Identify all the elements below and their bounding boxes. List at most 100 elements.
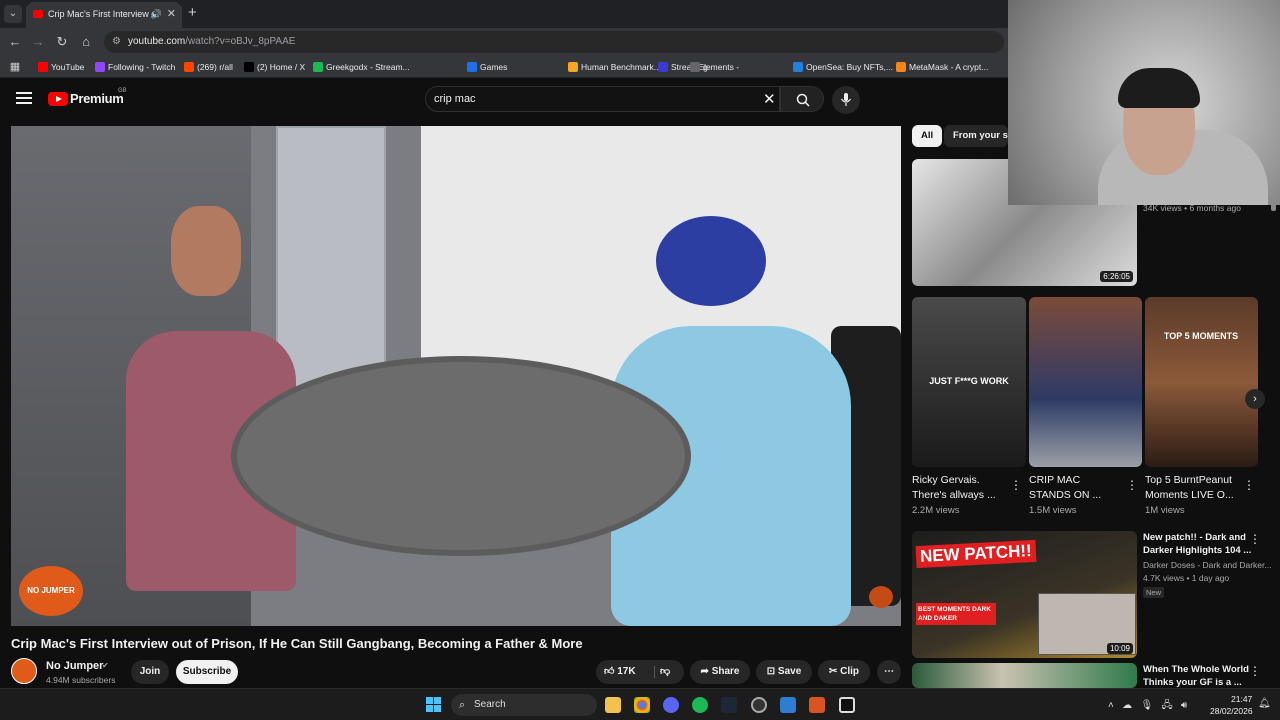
more-options-icon[interactable]: ⋮ xyxy=(1126,478,1138,492)
save-button[interactable]: ⊡ Save xyxy=(756,660,812,684)
reload-icon[interactable]: ↻ xyxy=(54,34,70,50)
more-actions-button[interactable]: ⋯ xyxy=(877,660,901,684)
bookmark-item[interactable]: (2) Home / X xyxy=(244,56,305,78)
youtube-premium-logo[interactable]: Premium xyxy=(70,91,124,106)
app-icon[interactable] xyxy=(809,697,825,713)
shorts-next-button[interactable]: › xyxy=(1245,389,1265,409)
short-thumbnail-burntpeanut[interactable]: TOP 5 MOMENTS xyxy=(1145,297,1258,467)
bookmark-label: g xyxy=(703,62,708,72)
share-button[interactable]: ➦ Share xyxy=(690,660,750,684)
microphone-icon xyxy=(841,93,851,106)
clip-button[interactable]: ✂ Clip xyxy=(818,660,870,684)
subscribe-button[interactable]: Subscribe xyxy=(176,660,238,684)
file-explorer-icon[interactable] xyxy=(605,697,621,713)
close-tab-icon[interactable]: ✕ xyxy=(167,2,176,26)
youtube-favicon-icon xyxy=(33,10,43,18)
video-title-line2[interactable]: Darker Highlights 104 ... xyxy=(1143,544,1251,557)
bookmark-label: Following - Twitch xyxy=(108,62,176,72)
bookmark-favicon-icon xyxy=(658,62,668,72)
video-thumbnail-gf[interactable] xyxy=(912,663,1137,688)
system-tray[interactable]: ˄ ☁ 🎙︎ 🖧 🔊︎ xyxy=(1108,698,1187,715)
speaker-icon[interactable]: 🔊 xyxy=(151,2,162,26)
channel-name[interactable]: No Jumper xyxy=(46,660,103,672)
apps-grid-icon[interactable]: ▦ xyxy=(7,59,23,75)
address-bar[interactable]: ⚙ youtube.com/watch?v=oBJv_8pPAAE xyxy=(104,31,1004,53)
more-options-icon[interactable]: ⋮ xyxy=(1249,664,1261,678)
short-thumbnail-crip-mac[interactable] xyxy=(1029,297,1142,467)
video-title-line1[interactable]: New patch!! - Dark and xyxy=(1143,531,1246,544)
more-options-icon[interactable]: ⋮ xyxy=(1249,532,1261,546)
like-count: 17K xyxy=(617,666,636,677)
bookmark-item[interactable]: (269) r/all xyxy=(184,56,233,78)
video-player[interactable]: NO JUMPER xyxy=(11,126,901,626)
bookmark-item[interactable]: OpenSea: Buy NFTs,... xyxy=(793,56,893,78)
steam-icon[interactable] xyxy=(721,697,737,713)
menu-icon[interactable] xyxy=(16,92,32,104)
short-title-line1[interactable]: Ricky Gervais. xyxy=(912,473,980,488)
home-icon[interactable]: ⌂ xyxy=(78,34,94,50)
join-button[interactable]: Join xyxy=(131,660,169,684)
short-caption: JUST F***G WORK xyxy=(929,376,1009,386)
forward-icon[interactable]: → xyxy=(30,34,46,50)
clock-date[interactable]: 28/02/2026 xyxy=(1210,706,1253,716)
bookmark-label: OpenSea: Buy NFTs,... xyxy=(806,62,893,72)
channel-watermark-icon[interactable] xyxy=(869,586,893,608)
search-icon: ⌕ xyxy=(459,699,466,711)
more-options-icon[interactable]: ⋮ xyxy=(1010,478,1022,492)
voice-search-button[interactable] xyxy=(832,86,860,114)
short-title-line2[interactable]: STANDS ON ... xyxy=(1029,488,1101,503)
thumbs-down-icon: 👎︎ xyxy=(660,666,671,677)
dislike-button[interactable]: 👎︎ xyxy=(660,660,670,684)
taskbar-search-label: Search xyxy=(474,699,506,710)
chrome-icon[interactable] xyxy=(634,697,650,713)
clip-label: Clip xyxy=(840,666,860,677)
app-icon[interactable] xyxy=(839,697,855,713)
taskbar-search[interactable]: ⌕ Search xyxy=(451,694,597,716)
webcam-overlay xyxy=(1008,0,1280,205)
discord-icon[interactable] xyxy=(663,697,679,713)
bookmark-item[interactable]: g xyxy=(690,56,708,78)
site-info-icon[interactable]: ⚙ xyxy=(112,31,121,53)
video-duration: 10:09 xyxy=(1106,643,1133,654)
short-title-line2[interactable]: Moments LIVE O... xyxy=(1145,488,1234,503)
bookmark-item[interactable]: Games xyxy=(467,56,507,78)
clear-search-icon[interactable]: ✕ xyxy=(763,90,776,108)
back-icon[interactable]: ← xyxy=(7,34,23,50)
like-button[interactable]: 👍︎ 17K xyxy=(604,666,636,677)
search-input[interactable]: crip mac xyxy=(425,86,780,112)
more-options-icon[interactable]: ⋮ xyxy=(1243,478,1255,492)
browser-tab-strip: ⌄ Crip Mac's First Interview o 🔊 ✕ + xyxy=(0,0,1008,28)
chip-from-your-search[interactable]: From your se xyxy=(944,125,1008,147)
short-title-line2[interactable]: There's allways ... xyxy=(912,488,996,503)
app-icon[interactable] xyxy=(751,697,767,713)
tab-search-menu-icon[interactable]: ⌄ xyxy=(4,5,22,23)
short-thumbnail-ricky[interactable]: JUST F***G WORK xyxy=(912,297,1026,467)
clock-time[interactable]: 21:47 xyxy=(1231,694,1252,704)
short-title-line1[interactable]: Top 5 BurntPeanut xyxy=(1145,473,1232,488)
channel-avatar[interactable] xyxy=(11,658,37,684)
bookmark-favicon-icon xyxy=(38,62,48,72)
video-title-line1[interactable]: When The Whole World xyxy=(1143,663,1249,676)
bookmark-item[interactable]: YouTube xyxy=(38,56,84,78)
new-tab-icon[interactable]: + xyxy=(188,4,197,21)
app-icon[interactable] xyxy=(780,697,796,713)
bookmark-item[interactable]: Following - Twitch xyxy=(95,56,175,78)
bookmark-item[interactable]: MetaMask - A crypt... xyxy=(896,56,988,78)
notifications-icon[interactable]: 🔔︎ xyxy=(1258,698,1271,709)
short-title-line1[interactable]: CRIP MAC xyxy=(1029,473,1080,488)
video-thumbnail-new-patch[interactable]: NEW PATCH!! BEST MOMENTS DARK AND DAKER … xyxy=(912,531,1137,658)
webcam-person-hair xyxy=(1118,68,1200,108)
search-button[interactable] xyxy=(780,86,824,112)
bookmark-item[interactable]: Greekgodx - Stream... xyxy=(313,56,410,78)
browser-nav-bar: ← → ↻ ⌂ ⚙ youtube.com/watch?v=oBJv_8pPAA… xyxy=(0,28,1008,56)
youtube-logo-icon[interactable] xyxy=(48,92,68,106)
chip-all[interactable]: All xyxy=(912,125,943,147)
bookmark-favicon-icon xyxy=(244,62,254,72)
bookmark-item[interactable]: Human Benchmark... xyxy=(568,56,661,78)
windows-start-icon[interactable] xyxy=(426,697,442,713)
url-host: youtube.com xyxy=(128,36,186,47)
spotify-icon[interactable] xyxy=(692,697,708,713)
video-title: Crip Mac's First Interview out of Prison… xyxy=(11,636,583,651)
browser-tab[interactable]: Crip Mac's First Interview o 🔊 ✕ xyxy=(26,2,182,28)
video-channel[interactable]: Darker Doses - Dark and Darker... xyxy=(1143,560,1271,570)
